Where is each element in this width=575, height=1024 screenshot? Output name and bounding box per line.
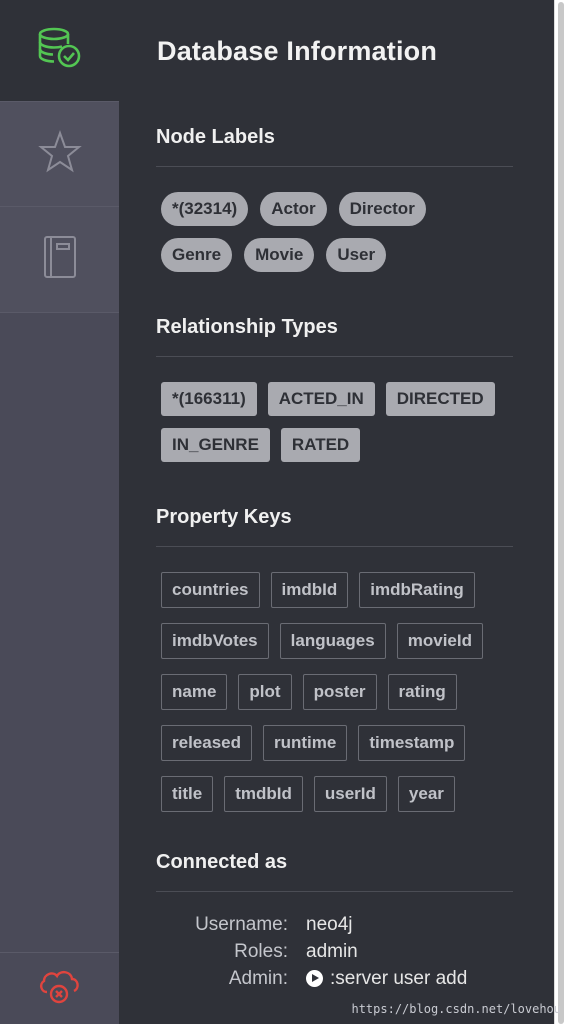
relationship-type-chip[interactable]: DIRECTED <box>385 382 495 416</box>
divider <box>156 166 513 167</box>
relationship-type-chip[interactable]: RATED <box>280 428 361 462</box>
divider <box>156 546 513 547</box>
admin-row: Admin: :server user add <box>156 965 536 992</box>
sidebar-item-connection-status[interactable] <box>0 952 119 1024</box>
divider <box>156 356 513 357</box>
server-user-add-text: :server user add <box>330 967 468 989</box>
property-key-chip[interactable]: runtime <box>263 725 348 761</box>
sidebar-item-database[interactable] <box>0 0 119 101</box>
property-key-chip[interactable]: year <box>397 776 455 812</box>
node-labels-list: *(32314) Actor Director Genre Movie User <box>161 192 513 284</box>
username-label: Username: <box>195 913 288 935</box>
sidebar-item-documents[interactable] <box>0 207 119 313</box>
watermark-url: https://blog.csdn.net/lovehou <box>351 1002 561 1016</box>
star-icon <box>37 129 82 179</box>
property-key-chip[interactable]: languages <box>279 623 386 659</box>
sidebar-rail <box>0 0 119 1024</box>
database-check-icon <box>37 26 83 75</box>
roles-row: Roles: admin <box>156 938 536 965</box>
property-keys-list: countries imdbId imdbRating imdbVotes langua… <box>161 572 513 827</box>
page-title: Database Information <box>157 36 438 66</box>
relationship-type-chip[interactable]: *(166311) <box>161 382 257 416</box>
property-key-chip[interactable]: imdbRating <box>359 572 475 608</box>
property-key-chip[interactable]: timestamp <box>358 725 466 761</box>
property-key-chip[interactable]: plot <box>238 674 292 710</box>
node-label-chip[interactable]: *(32314) <box>161 192 249 226</box>
property-key-chip[interactable]: movieId <box>396 623 483 659</box>
username-value: neo4j <box>306 913 353 935</box>
property-key-chip[interactable]: tmdbId <box>224 776 303 812</box>
relationship-types-list: *(166311) ACTED_IN DIRECTED IN_GENRE RATED <box>161 382 513 474</box>
play-icon <box>306 970 323 987</box>
node-label-chip[interactable]: Genre <box>161 238 233 272</box>
admin-label: Admin: <box>228 967 288 989</box>
relationship-type-chip[interactable]: IN_GENRE <box>161 428 270 462</box>
username-row: Username: neo4j <box>156 911 536 938</box>
node-label-chip[interactable]: Actor <box>260 192 327 226</box>
scrollbar-thumb[interactable] <box>558 2 564 1024</box>
server-user-add-command[interactable]: :server user add <box>306 968 467 990</box>
connected-as-title: Connected as <box>156 851 288 873</box>
property-key-chip[interactable]: userId <box>313 776 387 812</box>
property-key-chip[interactable]: imdbId <box>270 572 349 608</box>
property-key-chip[interactable]: released <box>161 725 252 761</box>
node-labels-title: Node Labels <box>156 126 275 148</box>
divider <box>156 891 513 892</box>
cloud-error-icon <box>37 966 83 1011</box>
property-key-chip[interactable]: rating <box>387 674 457 710</box>
property-keys-title: Property Keys <box>156 506 292 528</box>
relationship-type-chip[interactable]: ACTED_IN <box>267 382 375 416</box>
property-key-chip[interactable]: title <box>161 776 214 812</box>
roles-label: Roles: <box>234 940 288 962</box>
node-label-chip[interactable]: User <box>326 238 387 272</box>
property-key-chip[interactable]: poster <box>302 674 377 710</box>
node-label-chip[interactable]: Director <box>338 192 426 226</box>
roles-value: admin <box>306 940 358 962</box>
book-icon <box>42 235 78 284</box>
sidebar-item-favorites[interactable] <box>0 101 119 207</box>
relationship-types-title: Relationship Types <box>156 316 338 338</box>
connection-details: Username: neo4j Roles: admin Admin: :ser… <box>156 911 536 992</box>
property-key-chip[interactable]: countries <box>161 572 260 608</box>
property-key-chip[interactable]: name <box>161 674 228 710</box>
property-key-chip[interactable]: imdbVotes <box>161 623 269 659</box>
node-label-chip[interactable]: Movie <box>244 238 315 272</box>
database-info-panel: Database Information Node Labels *(32314… <box>119 0 554 1024</box>
